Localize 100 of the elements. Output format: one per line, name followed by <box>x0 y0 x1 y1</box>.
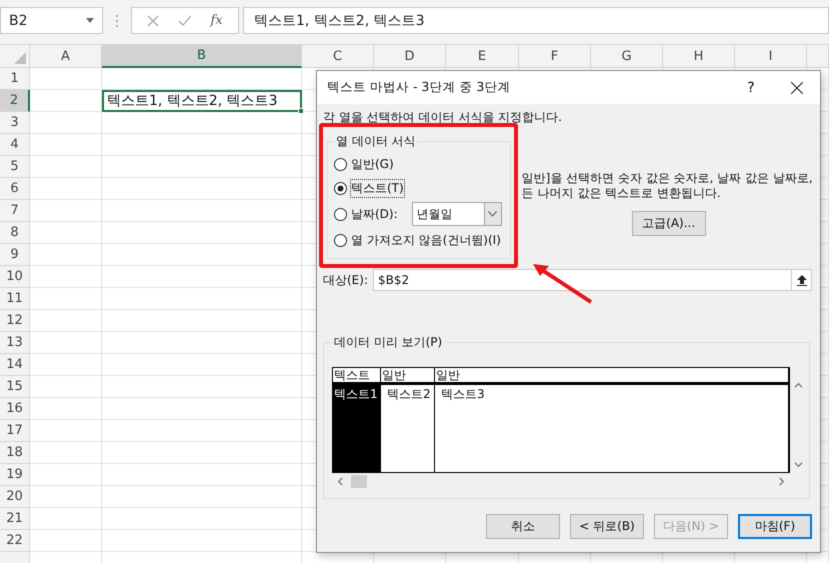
checkmark-icon[interactable] <box>178 14 192 26</box>
column-header[interactable]: G <box>591 45 663 68</box>
column-header[interactable]: 일반 <box>435 368 788 385</box>
row-header[interactable]: 15 <box>0 376 30 398</box>
column-header[interactable]: E <box>446 45 519 68</box>
cancel-icon[interactable] <box>147 14 160 26</box>
row-header[interactable]: 12 <box>0 310 30 332</box>
grid-cell[interactable] <box>102 332 302 354</box>
column-header[interactable]: 일반 <box>381 368 434 385</box>
row-header[interactable]: 17 <box>0 420 30 442</box>
grid-cell[interactable] <box>30 376 102 398</box>
row-header[interactable]: 13 <box>0 332 30 354</box>
row-header[interactable]: 14 <box>0 354 30 376</box>
row-header[interactable]: 9 <box>0 244 30 266</box>
row-header[interactable]: 16 <box>0 398 30 420</box>
insert-function-button[interactable]: fx <box>210 13 223 28</box>
radio-button[interactable] <box>334 208 347 220</box>
column-header[interactable]: 텍스트 <box>333 368 380 385</box>
grid-cell[interactable] <box>30 508 102 530</box>
grid-cell[interactable] <box>102 486 302 508</box>
grid-cell[interactable] <box>102 530 302 552</box>
grid-cell[interactable] <box>30 486 102 508</box>
dialog-button[interactable]: < 뒤로(B) <box>570 514 644 539</box>
grid-cell[interactable] <box>30 178 102 200</box>
grid-cell[interactable] <box>30 310 102 332</box>
grid-cell[interactable] <box>30 200 102 222</box>
column-header[interactable]: H <box>663 45 735 68</box>
help-button[interactable]: ? <box>728 80 774 96</box>
column-header[interactable]: I <box>735 45 807 68</box>
dialog-button[interactable]: 마침(F) <box>738 514 812 539</box>
select-all-icon[interactable] <box>14 52 26 64</box>
grid-cell[interactable] <box>30 398 102 420</box>
grid-cell[interactable] <box>102 464 302 486</box>
row-header[interactable]: 20 <box>0 486 30 508</box>
row-header[interactable]: 11 <box>0 288 30 310</box>
advanced-button[interactable]: 고급(A)... <box>632 211 706 236</box>
grid-cell[interactable] <box>30 464 102 486</box>
radio-label[interactable]: 텍스트(T) <box>351 180 404 196</box>
column-header[interactable] <box>807 45 829 68</box>
grid-cell[interactable] <box>30 244 102 266</box>
column-header[interactable]: A <box>30 45 102 68</box>
grid-cell[interactable] <box>30 420 102 442</box>
name-box[interactable]: B2 <box>0 7 103 34</box>
grid-cell[interactable] <box>102 156 302 178</box>
date-format-dropdown[interactable]: 년월일 <box>412 202 502 226</box>
radio-button[interactable] <box>334 234 347 246</box>
row-header[interactable]: 22 <box>0 530 30 552</box>
row-header[interactable]: 1 <box>0 68 30 90</box>
grid-cell[interactable] <box>102 420 302 442</box>
row-header[interactable]: 7 <box>0 200 30 222</box>
grid-cell[interactable] <box>102 112 302 134</box>
grid-cell[interactable] <box>30 112 102 134</box>
grid-cell[interactable] <box>30 530 102 552</box>
grid-cell[interactable] <box>102 244 302 266</box>
grid-cell[interactable] <box>102 442 302 464</box>
radio-label[interactable]: 날짜(D): <box>351 206 398 222</box>
grid-cell[interactable] <box>30 222 102 244</box>
grid-cell[interactable] <box>102 178 302 200</box>
grid-cell[interactable] <box>102 200 302 222</box>
row-header[interactable]: 18 <box>0 442 30 464</box>
column-header[interactable]: C <box>302 45 374 68</box>
grid-cell[interactable] <box>102 508 302 530</box>
row-header[interactable]: 21 <box>0 508 30 530</box>
destination-field[interactable]: $B$2 <box>373 269 812 291</box>
row-header[interactable]: 6 <box>0 178 30 200</box>
grid-cell[interactable] <box>30 68 102 90</box>
grid-cell[interactable] <box>102 398 302 420</box>
row-header[interactable]: 10 <box>0 266 30 288</box>
grid-cell[interactable] <box>102 68 302 90</box>
row-header[interactable]: 3 <box>0 112 30 134</box>
grid-cell[interactable] <box>30 354 102 376</box>
row-header[interactable]: 4 <box>0 134 30 156</box>
scroll-thumb[interactable] <box>351 474 367 488</box>
column-header[interactable]: D <box>374 45 446 68</box>
row-header[interactable]: 19 <box>0 464 30 486</box>
column-header[interactable]: F <box>519 45 591 68</box>
grid-cell[interactable] <box>30 288 102 310</box>
radio-label[interactable]: 열 가져오지 않음(건너뜀)(I) <box>351 232 501 248</box>
grid-cell[interactable] <box>30 442 102 464</box>
grid-cell[interactable] <box>102 354 302 376</box>
row-header[interactable]: 8 <box>0 222 30 244</box>
radio-label[interactable]: 일반(G) <box>351 156 394 172</box>
formula-field[interactable]: 텍스트1, 텍스트2, 텍스트3 <box>243 7 829 34</box>
radio-button[interactable] <box>334 182 347 194</box>
grid-cell[interactable] <box>102 222 302 244</box>
grid-cell[interactable] <box>102 376 302 398</box>
active-cell[interactable]: 텍스트1, 텍스트2, 텍스트3 <box>102 90 302 112</box>
grid-cell[interactable] <box>102 310 302 332</box>
grid-cell[interactable] <box>102 288 302 310</box>
grid-cell[interactable] <box>102 134 302 156</box>
grid-cell[interactable] <box>30 332 102 354</box>
grid-cell[interactable] <box>30 90 102 112</box>
radio-button[interactable] <box>334 158 347 170</box>
grid-cell[interactable] <box>30 134 102 156</box>
dialog-button[interactable]: 취소 <box>486 514 560 539</box>
column-header[interactable]: B <box>102 45 302 68</box>
collapse-arrow-icon[interactable] <box>796 274 806 286</box>
grid-cell[interactable] <box>30 156 102 178</box>
grid-cell[interactable] <box>102 266 302 288</box>
grid-cell[interactable] <box>30 266 102 288</box>
